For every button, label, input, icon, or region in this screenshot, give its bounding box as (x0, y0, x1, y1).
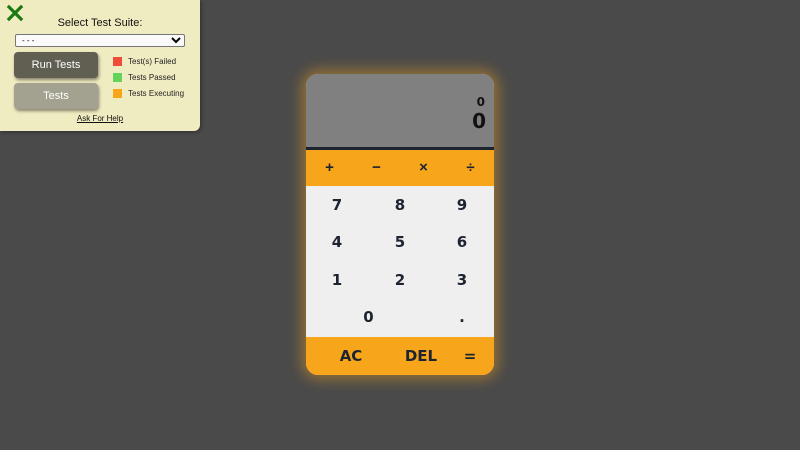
digit-9-button[interactable]: 9 (431, 187, 493, 224)
suite-title: Select Test Suite: (57, 17, 143, 29)
digit-4-button[interactable]: 4 (306, 224, 368, 261)
previous-operand: 0 (476, 95, 485, 109)
legend-executing-label: Tests Executing (128, 89, 185, 98)
calculator-display: 0 0 (306, 74, 494, 150)
current-operand: 0 (472, 109, 486, 133)
decimal-button[interactable]: . (431, 299, 493, 336)
digit-1-button[interactable]: 1 (306, 262, 368, 299)
all-clear-button[interactable]: AC (306, 337, 396, 375)
legend-failed-label: Test(s) Failed (128, 57, 177, 66)
executing-swatch (113, 89, 122, 98)
digit-5-button[interactable]: 5 (369, 224, 431, 261)
digit-0-button[interactable]: 0 (306, 299, 431, 336)
legend-failed: Test(s) Failed (113, 57, 176, 67)
run-tests-button[interactable]: Run Tests (14, 52, 98, 78)
subtract-button[interactable]: − (353, 150, 400, 186)
passed-swatch (113, 73, 122, 82)
digit-6-button[interactable]: 6 (431, 224, 493, 261)
number-pad: 7 8 9 4 5 6 1 2 3 0 . (306, 187, 494, 337)
digit-8-button[interactable]: 8 (369, 187, 431, 224)
calculator: 0 0 + − × ÷ 7 8 9 4 5 6 1 2 3 0 . AC DEL… (306, 74, 494, 375)
ask-for-help-link[interactable]: Ask For Help (0, 114, 200, 123)
digit-2-button[interactable]: 2 (369, 262, 431, 299)
action-row: AC DEL = (306, 337, 494, 375)
add-button[interactable]: + (306, 150, 353, 186)
test-suite-select[interactable]: - - - (15, 34, 185, 47)
operator-row: + − × ÷ (306, 150, 494, 186)
legend-executing: Tests Executing (113, 89, 184, 99)
failed-swatch (113, 57, 122, 66)
multiply-button[interactable]: × (400, 150, 447, 186)
equals-button[interactable]: = (456, 337, 484, 375)
delete-button[interactable]: DEL (386, 337, 456, 375)
legend-passed-label: Tests Passed (128, 73, 176, 82)
legend-passed: Tests Passed (113, 73, 176, 83)
test-panel: Select Test Suite: - - - Run Tests Tests… (0, 0, 200, 131)
divide-button[interactable]: ÷ (447, 150, 494, 186)
digit-3-button[interactable]: 3 (431, 262, 493, 299)
tests-button[interactable]: Tests (14, 83, 98, 109)
digit-7-button[interactable]: 7 (306, 187, 368, 224)
